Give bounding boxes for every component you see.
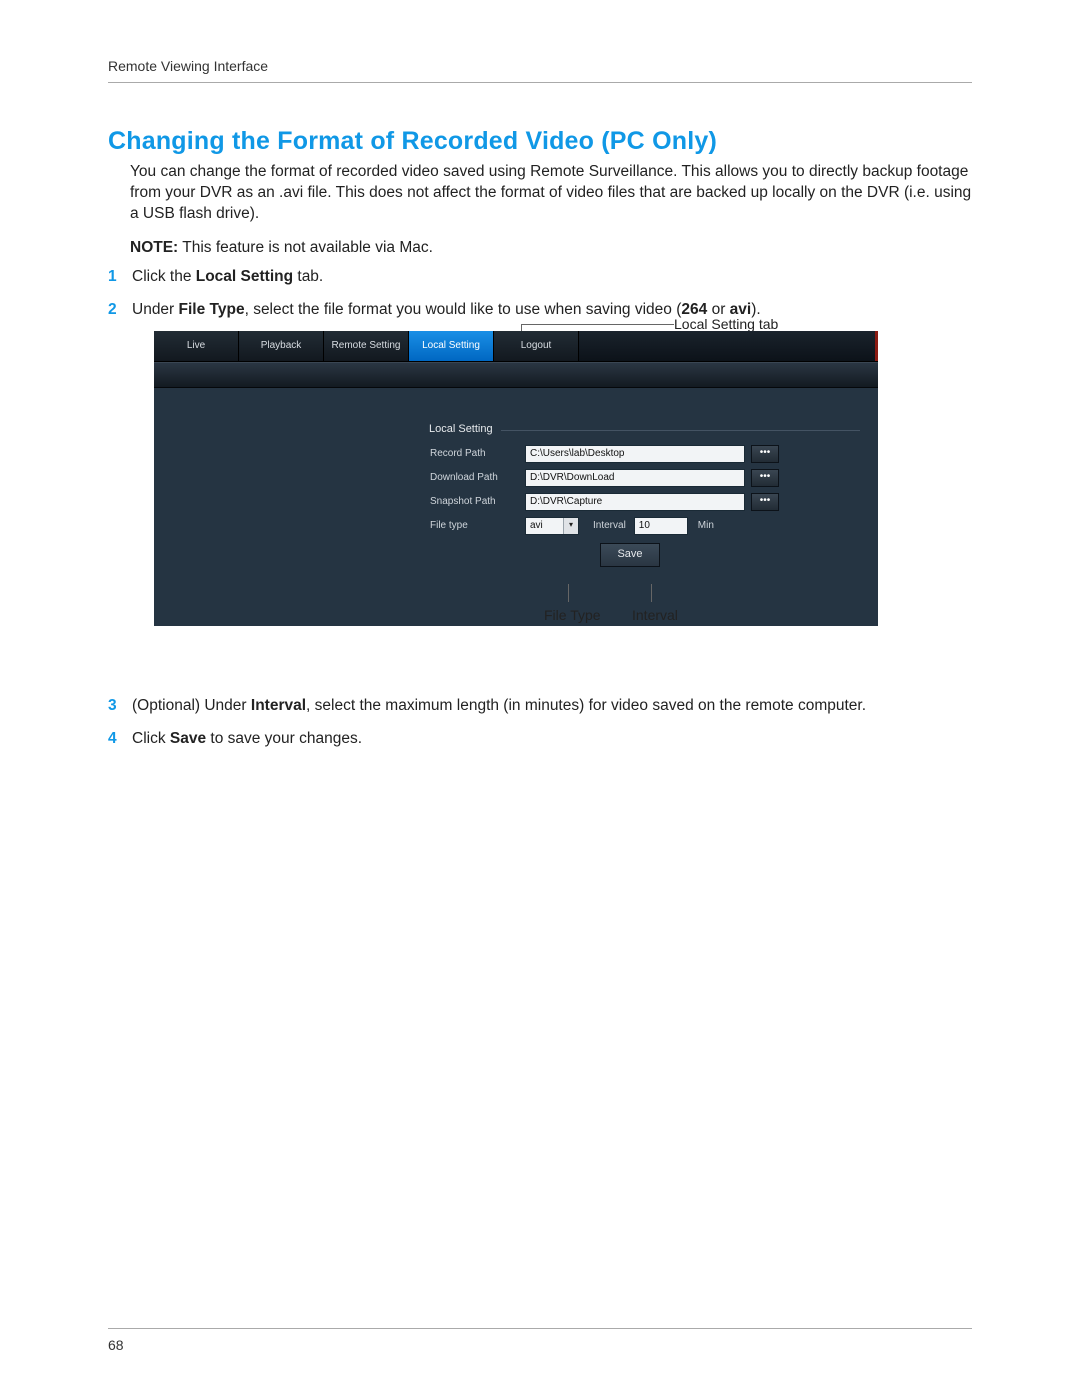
header-breadcrumb: Remote Viewing Interface (108, 58, 972, 83)
label-record-path: Record Path (430, 447, 525, 461)
tab-bar: Live Playback Remote Setting Local Setti… (154, 331, 878, 362)
intro-paragraph: You can change the format of recorded vi… (130, 162, 972, 225)
callout-interval: Interval (632, 606, 678, 625)
label-min: Min (698, 519, 714, 533)
tab-local-setting[interactable]: Local Setting (409, 331, 494, 361)
panel-title: Local Setting (429, 422, 501, 437)
toolbar-spacer (154, 362, 878, 388)
label-download-path: Download Path (430, 471, 525, 485)
row-file-type: File type avi ▾ Interval 10 Min (430, 517, 862, 535)
screenshot-figure: Local Setting tab Live Playback Remote S… (154, 331, 878, 666)
browse-record-path[interactable]: ••• (751, 445, 779, 463)
note-paragraph: NOTE: This feature is not available via … (130, 239, 972, 257)
select-file-type[interactable]: avi ▾ (525, 517, 579, 535)
row-snapshot-path: Snapshot Path D:\DVR\Capture ••• (430, 493, 862, 511)
tab-live[interactable]: Live (154, 331, 239, 361)
page-number: 68 (108, 1337, 124, 1353)
callout-leader-filetype (568, 584, 569, 602)
page-title: Changing the Format of Recorded Video (P… (108, 127, 972, 156)
label-snapshot-path: Snapshot Path (430, 495, 525, 509)
label-file-type: File type (430, 519, 525, 533)
input-record-path[interactable]: C:\Users\lab\Desktop (525, 445, 745, 463)
embedded-screenshot: Live Playback Remote Setting Local Setti… (154, 331, 878, 626)
save-button[interactable]: Save (600, 543, 660, 567)
callout-bottom-group: File Type Interval (154, 632, 878, 666)
input-snapshot-path[interactable]: D:\DVR\Capture (525, 493, 745, 511)
step-4: Click Save to save your changes. (108, 729, 972, 750)
browse-download-path[interactable]: ••• (751, 469, 779, 487)
input-interval[interactable]: 10 (634, 517, 688, 535)
tab-logout[interactable]: Logout (494, 331, 579, 361)
red-accent (875, 331, 878, 361)
callout-leader-interval (651, 584, 652, 602)
input-download-path[interactable]: D:\DVR\DownLoad (525, 469, 745, 487)
local-setting-panel: Local Setting Record Path C:\Users\lab\D… (154, 388, 878, 626)
row-download-path: Download Path D:\DVR\DownLoad ••• (430, 469, 862, 487)
step-2: Under File Type, select the file format … (108, 300, 972, 666)
note-text: This feature is not available via Mac. (178, 239, 433, 256)
footer: 68 (108, 1328, 972, 1353)
label-interval: Interval (593, 519, 626, 533)
note-label: NOTE: (130, 239, 178, 256)
step-3: (Optional) Under Interval, select the ma… (108, 696, 972, 717)
tab-remote-setting[interactable]: Remote Setting (324, 331, 409, 361)
row-record-path: Record Path C:\Users\lab\Desktop ••• (430, 445, 862, 463)
callout-file-type: File Type (544, 606, 601, 625)
chevron-down-icon: ▾ (563, 518, 578, 534)
browse-snapshot-path[interactable]: ••• (751, 493, 779, 511)
step-1: Click the Local Setting tab. (108, 267, 972, 288)
tab-playback[interactable]: Playback (239, 331, 324, 361)
